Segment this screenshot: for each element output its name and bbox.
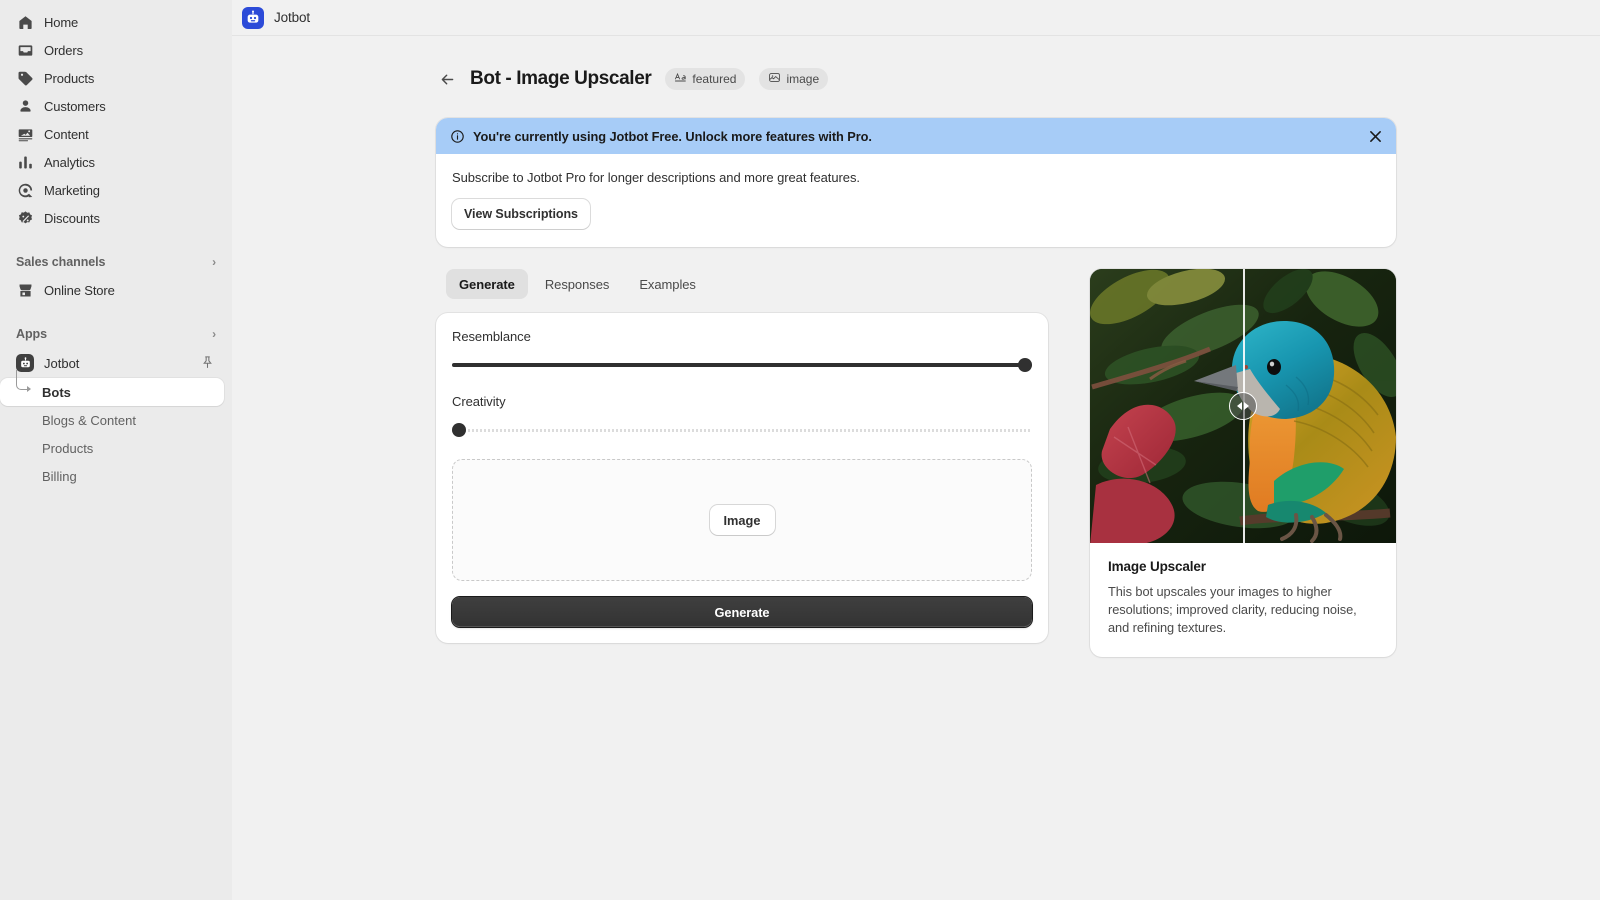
tab-bar: Generate Responses Examples	[436, 269, 1048, 299]
sidebar-item-content[interactable]: Content	[8, 120, 224, 148]
badge-featured[interactable]: featured	[665, 68, 746, 90]
main-area: Jotbot Bot - Image Upscaler featured ima…	[232, 0, 1600, 900]
generate-button[interactable]: Generate	[452, 597, 1032, 627]
storefront-icon	[16, 281, 34, 299]
preview-image[interactable]	[1090, 269, 1396, 543]
page-header: Bot - Image Upscaler featured image	[436, 62, 1396, 96]
orders-inbox-icon	[16, 41, 34, 59]
sidebar-item-app-products[interactable]: Products	[8, 434, 224, 462]
sidebar-item-billing[interactable]: Billing	[8, 462, 224, 490]
bot-preview-card: Image Upscaler This bot upscales your im…	[1090, 269, 1396, 658]
sidebar-item-products[interactable]: Products	[8, 64, 224, 92]
sidebar-section-sales-channels[interactable]: Sales channels ›	[8, 248, 224, 276]
sidebar-item-label: Orders	[44, 42, 83, 58]
content-image-icon	[16, 125, 34, 143]
sidebar-item-label: Discounts	[44, 210, 100, 226]
slider-thumb[interactable]	[452, 423, 466, 437]
sidebar-item-discounts[interactable]: Discounts	[8, 204, 224, 232]
bar-chart-icon	[16, 153, 34, 171]
sidebar-item-label: Products	[44, 70, 95, 86]
resemblance-label: Resemblance	[452, 329, 531, 344]
badge-label: featured	[692, 72, 737, 86]
chevron-right-icon: ›	[212, 255, 216, 269]
topbar-app-name: Jotbot	[274, 10, 310, 25]
product-tag-icon	[16, 69, 34, 87]
sidebar-item-marketing[interactable]: Marketing	[8, 176, 224, 204]
creativity-slider[interactable]	[452, 423, 1032, 437]
image-upload-button[interactable]: Image	[709, 505, 775, 535]
sidebar-item-home[interactable]: Home	[8, 8, 224, 36]
tab-examples[interactable]: Examples	[626, 269, 709, 299]
slider-track	[452, 429, 1032, 432]
text-style-icon	[674, 71, 687, 87]
sidebar-item-label: Marketing	[44, 182, 100, 198]
page-title: Bot - Image Upscaler	[470, 68, 652, 89]
app-root: Home Orders Products Customers Content A…	[0, 0, 1600, 900]
arrow-right-glyph	[1244, 402, 1249, 410]
info-circle-icon	[450, 129, 465, 144]
close-icon[interactable]	[1364, 125, 1386, 147]
tree-branch-icon	[16, 370, 31, 393]
preview-description: This bot upscales your images to higher …	[1108, 584, 1357, 636]
pin-icon[interactable]	[200, 355, 216, 371]
generate-card: Resemblance Creativity Image Generate	[436, 313, 1048, 643]
person-icon	[16, 97, 34, 115]
sidebar-app-label: Jotbot	[44, 355, 80, 371]
chevron-right-icon: ›	[212, 327, 216, 341]
banner-description: Subscribe to Jotbot Pro for longer descr…	[452, 170, 860, 185]
preview-title: Image Upscaler	[1108, 559, 1206, 574]
tab-generate[interactable]: Generate	[446, 269, 528, 299]
sidebar-section-apps[interactable]: Apps ›	[8, 320, 224, 348]
robot-icon	[242, 6, 264, 29]
sidebar-subitem-label: Blogs & Content	[42, 412, 136, 428]
sidebar-item-label: Customers	[44, 98, 106, 114]
sidebar-subitem-label: Products	[42, 440, 94, 456]
tab-responses[interactable]: Responses	[532, 269, 622, 299]
sidebar-subitem-label: Bots	[42, 384, 71, 400]
sidebar-item-analytics[interactable]: Analytics	[8, 148, 224, 176]
arrow-left-glyph	[1237, 402, 1242, 410]
badge-image[interactable]: image	[759, 68, 829, 90]
right-column: Image Upscaler This bot upscales your im…	[1090, 269, 1396, 658]
banner-headline: You're currently using Jotbot Free. Unlo…	[473, 128, 872, 144]
creativity-label: Creativity	[452, 394, 506, 409]
sidebar-item-blogs-content[interactable]: Blogs & Content	[8, 406, 224, 434]
slider-thumb[interactable]	[1018, 358, 1032, 372]
page-container: Bot - Image Upscaler featured image You'…	[436, 36, 1396, 658]
discount-badge-icon	[16, 209, 34, 227]
sidebar-app-jotbot[interactable]: Jotbot	[8, 348, 224, 378]
image-icon	[768, 71, 781, 87]
banner-header: You're currently using Jotbot Free. Unlo…	[436, 118, 1396, 154]
sidebar-subitem-label: Billing	[42, 468, 77, 484]
slider-fill	[452, 363, 1032, 367]
section-title: Sales channels	[16, 255, 106, 269]
sidebar-item-label: Online Store	[44, 282, 115, 298]
sidebar-item-orders[interactable]: Orders	[8, 36, 224, 64]
sidebar-item-label: Analytics	[44, 154, 95, 170]
compare-slider-icon[interactable]	[1229, 392, 1257, 420]
banner-body: Subscribe to Jotbot Pro for longer descr…	[436, 154, 1396, 247]
view-subscriptions-button[interactable]: View Subscriptions	[452, 199, 590, 229]
badge-label: image	[786, 72, 820, 86]
left-column: Generate Responses Examples Resemblance	[436, 269, 1048, 643]
arrow-left-icon[interactable]	[434, 66, 460, 92]
upgrade-banner: You're currently using Jotbot Free. Unlo…	[436, 118, 1396, 247]
app-topbar: Jotbot	[232, 0, 1600, 36]
home-icon	[16, 13, 34, 31]
image-dropzone[interactable]: Image	[452, 459, 1032, 581]
resemblance-slider[interactable]	[452, 358, 1032, 372]
sidebar-item-bots[interactable]: Bots	[0, 370, 224, 406]
preview-body: Image Upscaler This bot upscales your im…	[1090, 543, 1396, 657]
sidebar-item-label: Home	[44, 14, 79, 30]
sidebar-item-label: Content	[44, 126, 89, 142]
sidebar-item-customers[interactable]: Customers	[8, 92, 224, 120]
sidebar-item-online-store[interactable]: Online Store	[8, 276, 224, 304]
megaphone-target-icon	[16, 181, 34, 199]
content-columns: Generate Responses Examples Resemblance	[436, 269, 1396, 658]
sidebar: Home Orders Products Customers Content A…	[0, 0, 232, 900]
section-title: Apps	[16, 327, 47, 341]
content-scroll-area: Bot - Image Upscaler featured image You'…	[232, 36, 1600, 900]
